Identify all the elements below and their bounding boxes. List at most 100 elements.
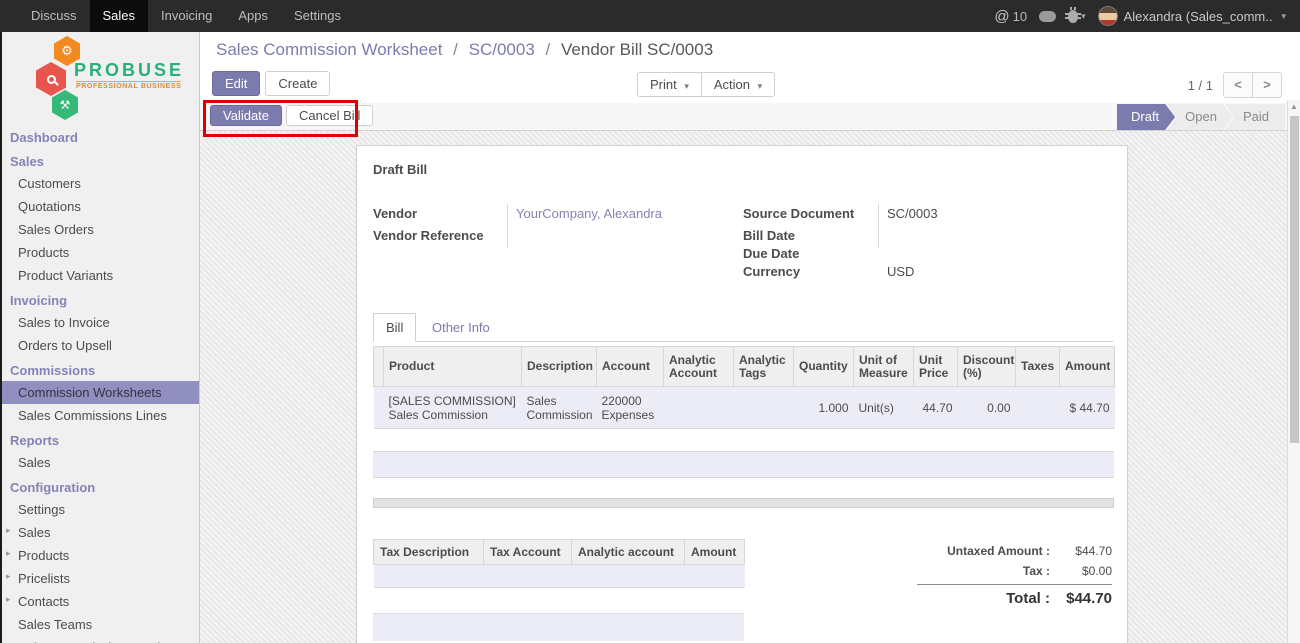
top-menu-sales[interactable]: Sales: [90, 0, 149, 32]
debug-menu[interactable]: ▾: [1068, 10, 1086, 23]
column-header-tax-amount[interactable]: Amount: [685, 540, 745, 565]
invoice-line-row[interactable]: [SALES COMMISSION] Sales Commission Sale…: [374, 387, 1115, 429]
create-button[interactable]: Create: [265, 71, 330, 96]
sidebar-header-invoicing[interactable]: Invoicing: [0, 287, 199, 311]
action-dropdown-button[interactable]: Action ▾: [701, 72, 775, 97]
sidebar-item-products[interactable]: Products: [0, 241, 199, 264]
horizontal-scrollbar[interactable]: [373, 498, 1114, 508]
top-menu-invoicing[interactable]: Invoicing: [148, 0, 225, 32]
cell-product: [SALES COMMISSION] Sales Commission: [384, 387, 522, 429]
row-handle: [374, 387, 384, 429]
cell-analytic-account: [664, 387, 734, 429]
column-header-tax-analytic-account[interactable]: Analytic account: [572, 540, 685, 565]
mentions-counter[interactable]: @ 10: [994, 8, 1027, 25]
breadcrumb: Sales Commission Worksheet / SC/0003 / V…: [216, 40, 713, 60]
sidebar-header-commissions[interactable]: Commissions: [0, 357, 199, 381]
cell-discount: 0.00: [958, 387, 1016, 429]
control-panel: Sales Commission Worksheet / SC/0003 / V…: [200, 32, 1300, 103]
user-menu[interactable]: Alexandra (Sales_comm.. ▾: [1098, 6, 1286, 26]
invoice-lines-table: Product Description Account Analytic Acc…: [373, 346, 1115, 429]
sidebar-item-sales-teams[interactable]: Sales Teams: [0, 613, 199, 636]
print-dropdown-button[interactable]: Print ▾: [637, 72, 702, 97]
status-open[interactable]: Open: [1167, 104, 1233, 130]
breadcrumb-separator: /: [546, 40, 551, 59]
sidebar-item-config-products[interactable]: ▸ Products: [0, 544, 199, 567]
cell-uom: Unit(s): [854, 387, 914, 429]
column-header-analytic-tags[interactable]: Analytic Tags: [734, 347, 794, 387]
sidebar-item-commission-worksheets[interactable]: Commission Worksheets: [0, 381, 199, 404]
gear-icon: ⚙: [61, 43, 73, 59]
sidebar-header-reports[interactable]: Reports: [0, 427, 199, 451]
field-separator: [507, 204, 508, 248]
sidebar-item-orders-to-upsell[interactable]: Orders to Upsell: [0, 334, 199, 357]
top-menu-apps[interactable]: Apps: [225, 0, 281, 32]
sidebar-item-config-contacts[interactable]: ▸ Contacts: [0, 590, 199, 613]
vendor-reference-label: Vendor Reference: [373, 228, 484, 243]
sidebar-item-customers[interactable]: Customers: [0, 172, 199, 195]
vertical-scrollbar[interactable]: ▲: [1287, 100, 1300, 643]
sidebar-item-sales-commission-levels[interactable]: Sales Commission Levels: [0, 636, 199, 643]
bill-date-label: Bill Date: [743, 228, 795, 243]
print-label: Print: [650, 77, 677, 92]
pager-previous-button[interactable]: <: [1223, 72, 1253, 98]
untaxed-amount-row: Untaxed Amount : $44.70: [917, 541, 1112, 561]
edit-button[interactable]: Edit: [212, 71, 260, 96]
sidebar-item-config-sales[interactable]: ▸ Sales: [0, 521, 199, 544]
chevron-right-icon: ▸: [6, 571, 11, 582]
validate-button[interactable]: Validate: [210, 105, 282, 126]
chat-icon[interactable]: [1039, 11, 1056, 22]
tax-lines-table: Tax Description Tax Account Analytic acc…: [373, 539, 745, 588]
total-value: $44.70: [1050, 589, 1112, 609]
sidebar-header-configuration[interactable]: Configuration: [0, 474, 199, 498]
tax-label: Tax :: [917, 561, 1050, 581]
column-header-taxes[interactable]: Taxes: [1016, 347, 1060, 387]
top-navbar: Discuss Sales Invoicing Apps Settings @ …: [0, 0, 1300, 32]
column-header-tax-account[interactable]: Tax Account: [484, 540, 572, 565]
sidebar-item-sales-orders[interactable]: Sales Orders: [0, 218, 199, 241]
top-menu-discuss[interactable]: Discuss: [18, 0, 90, 32]
pager-next-button[interactable]: >: [1252, 72, 1282, 98]
cell-analytic-tags: [734, 387, 794, 429]
cancel-bill-button[interactable]: Cancel Bill: [286, 105, 373, 126]
column-header-unit-price[interactable]: Unit Price: [914, 347, 958, 387]
vendor-value-link[interactable]: YourCompany, Alexandra: [516, 206, 662, 221]
column-header-discount[interactable]: Discount (%): [958, 347, 1016, 387]
column-header-quantity[interactable]: Quantity: [794, 347, 854, 387]
top-menu-settings[interactable]: Settings: [281, 0, 354, 32]
tab-other-info[interactable]: Other Info: [420, 314, 502, 343]
status-paid[interactable]: Paid: [1225, 104, 1285, 130]
breadcrumb-worksheet-link[interactable]: Sales Commission Worksheet: [216, 40, 442, 59]
scrollbar-thumb[interactable]: [1290, 116, 1299, 443]
sidebar-item-settings[interactable]: Settings: [0, 498, 199, 521]
untaxed-amount-value: $44.70: [1050, 541, 1112, 561]
column-header-tax-description[interactable]: Tax Description: [374, 540, 484, 565]
row-handle-header: [374, 347, 384, 387]
tab-bill[interactable]: Bill: [373, 313, 416, 342]
main-area: Sales Commission Worksheet / SC/0003 / V…: [200, 32, 1300, 643]
logo-tools-hexagon: ⚒: [52, 90, 78, 120]
due-date-label: Due Date: [743, 246, 799, 261]
column-header-description[interactable]: Description: [522, 347, 597, 387]
source-document-value: SC/0003: [887, 206, 938, 221]
sidebar-item-product-variants[interactable]: Product Variants: [0, 264, 199, 287]
sidebar-item-label: Sales: [18, 525, 51, 540]
sidebar-header-dashboard[interactable]: Dashboard: [0, 124, 199, 148]
sidebar-item-config-pricelists[interactable]: ▸ Pricelists: [0, 567, 199, 590]
column-header-analytic-account[interactable]: Analytic Account: [664, 347, 734, 387]
column-header-account[interactable]: Account: [597, 347, 664, 387]
vendor-label: Vendor: [373, 206, 417, 221]
sidebar-item-reports-sales[interactable]: Sales: [0, 451, 199, 474]
sidebar-header-sales[interactable]: Sales: [0, 148, 199, 172]
action-label: Action: [714, 77, 750, 92]
breadcrumb-sc0003-link[interactable]: SC/0003: [469, 40, 535, 59]
scroll-up-arrow-icon[interactable]: ▲: [1288, 100, 1300, 114]
empty-line-row: [373, 451, 1114, 478]
tools-icon: ⚒: [60, 98, 71, 112]
column-header-product[interactable]: Product: [384, 347, 522, 387]
sidebar-item-quotations[interactable]: Quotations: [0, 195, 199, 218]
currency-value: USD: [887, 264, 914, 279]
sidebar-item-sales-to-invoice[interactable]: Sales to Invoice: [0, 311, 199, 334]
sidebar-item-sales-commissions-lines[interactable]: Sales Commissions Lines: [0, 404, 199, 427]
column-header-amount[interactable]: Amount: [1060, 347, 1115, 387]
column-header-uom[interactable]: Unit of Measure: [854, 347, 914, 387]
